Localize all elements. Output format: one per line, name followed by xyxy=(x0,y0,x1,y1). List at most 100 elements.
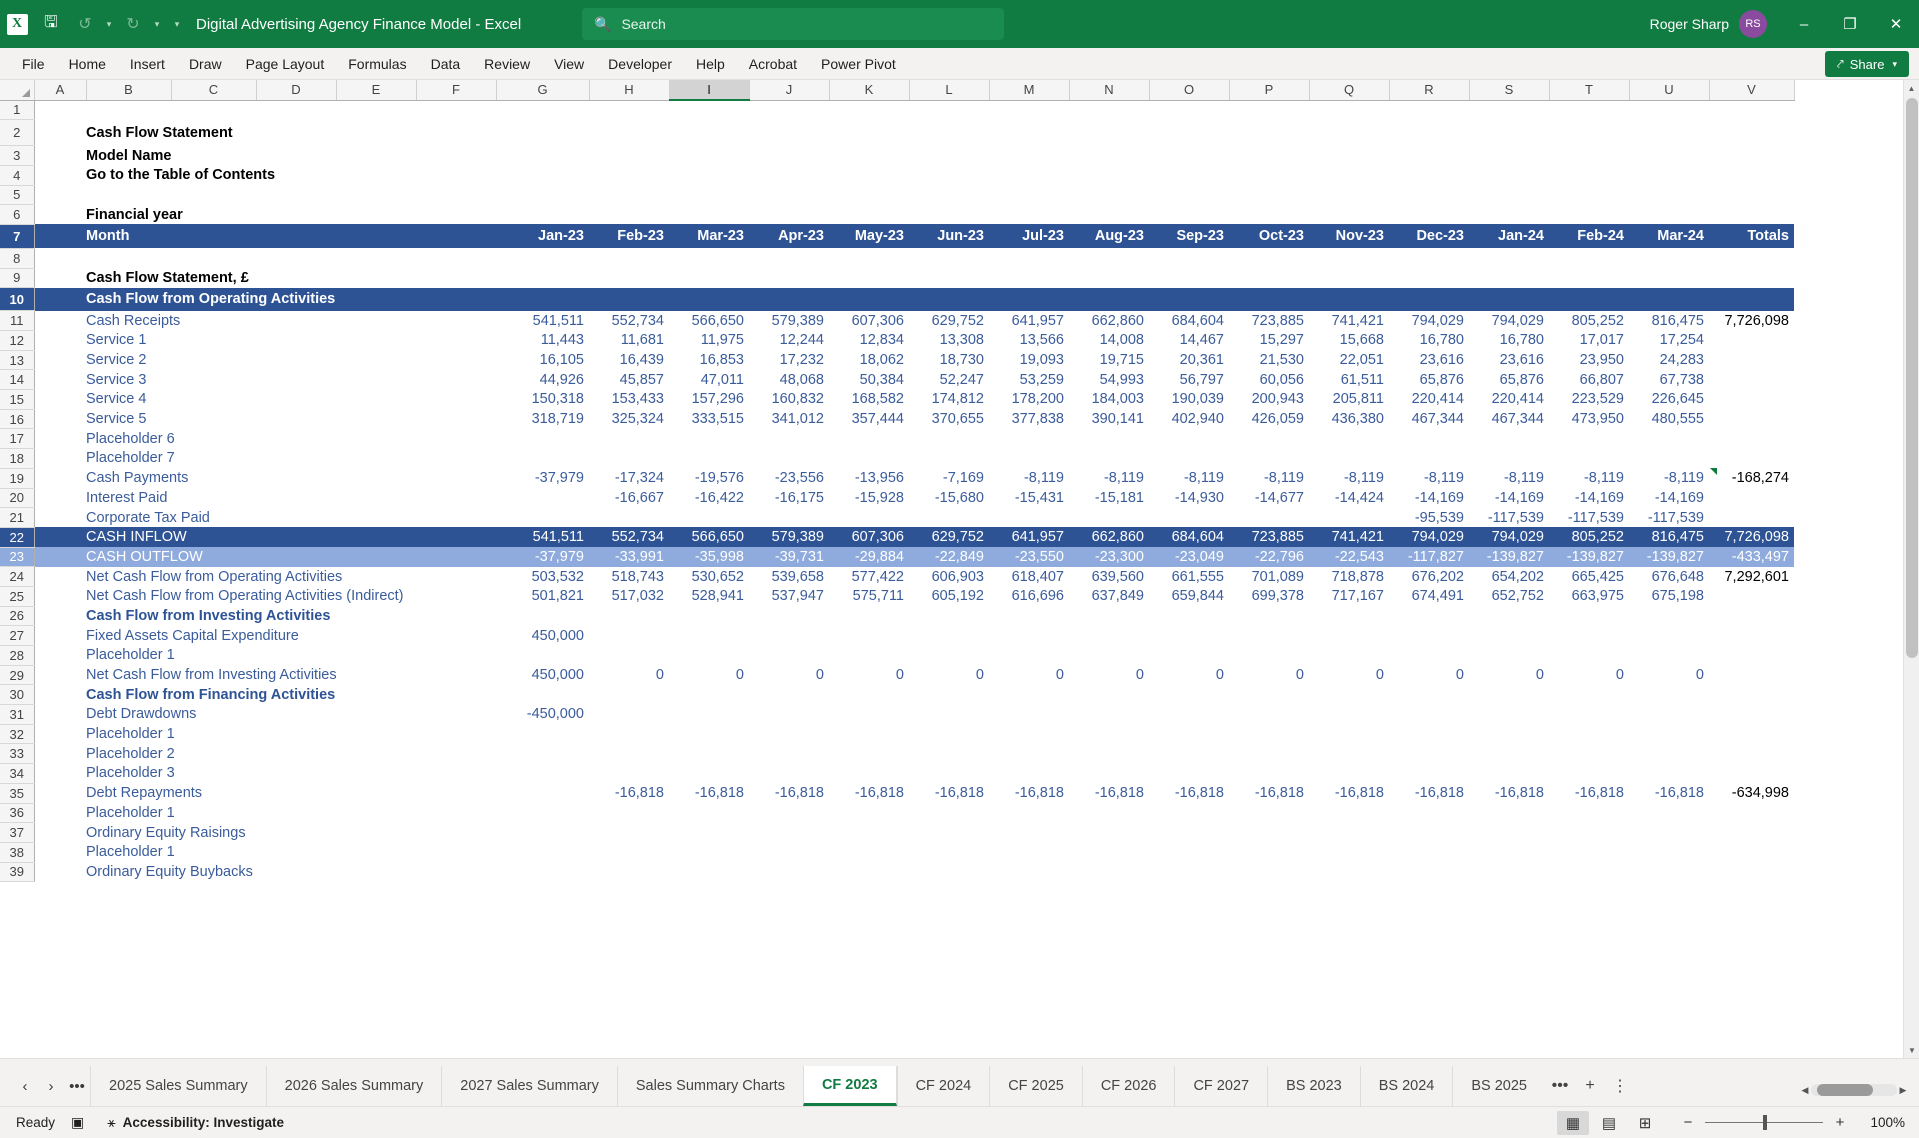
data-cell[interactable]: 517,032 xyxy=(589,586,669,606)
cell[interactable] xyxy=(1549,100,1629,120)
data-cell[interactable]: -16,818 xyxy=(1149,783,1229,803)
cell[interactable] xyxy=(669,120,749,146)
data-cell[interactable]: 518,743 xyxy=(589,567,669,587)
data-cell[interactable] xyxy=(829,508,909,528)
table-row[interactable]: 4 Go to the Table of Contents xyxy=(0,165,1794,186)
data-cell[interactable]: -29,884 xyxy=(829,547,909,567)
data-cell[interactable] xyxy=(589,685,669,705)
cell[interactable] xyxy=(86,185,171,205)
data-cell[interactable] xyxy=(496,508,589,528)
data-cell[interactable]: 654,202 xyxy=(1469,567,1549,587)
sheet-tab-cf-2025[interactable]: CF 2025 xyxy=(989,1066,1082,1106)
data-cell[interactable] xyxy=(909,705,989,725)
data-cell[interactable] xyxy=(1229,724,1309,744)
data-cell[interactable]: 0 xyxy=(909,665,989,685)
cell[interactable] xyxy=(34,311,86,331)
data-cell[interactable]: -16,175 xyxy=(749,488,829,508)
data-cell[interactable]: -16,422 xyxy=(669,488,749,508)
row-header-28[interactable]: 28 xyxy=(0,645,35,666)
table-row[interactable]: 1 xyxy=(0,100,1794,121)
row-label-16[interactable]: Service 5 xyxy=(86,409,496,429)
data-cell[interactable] xyxy=(1389,449,1469,469)
data-cell[interactable]: 220,414 xyxy=(1469,390,1549,410)
cell[interactable] xyxy=(1149,100,1229,120)
data-cell[interactable] xyxy=(1069,705,1149,725)
data-cell[interactable]: -16,818 xyxy=(749,783,829,803)
data-cell[interactable]: 318,719 xyxy=(496,409,589,429)
data-cell[interactable] xyxy=(589,606,669,626)
cell[interactable] xyxy=(669,248,749,268)
ribbon-tab-power-pivot[interactable]: Power Pivot xyxy=(809,48,908,80)
data-cell[interactable]: 47,011 xyxy=(669,370,749,390)
row-label-21[interactable]: Corporate Tax Paid xyxy=(86,508,496,528)
data-cell[interactable] xyxy=(1309,626,1389,646)
row-header-32[interactable]: 32 xyxy=(0,724,35,745)
cell[interactable] xyxy=(1389,100,1469,120)
cell[interactable] xyxy=(1629,205,1709,225)
row-label-38[interactable]: Placeholder 1 xyxy=(86,842,496,862)
cell[interactable] xyxy=(34,744,86,764)
data-cell[interactable]: 60,056 xyxy=(1229,370,1309,390)
cell[interactable] xyxy=(1069,165,1149,185)
cell[interactable] xyxy=(34,567,86,587)
data-cell[interactable]: -16,818 xyxy=(989,783,1069,803)
data-cell[interactable]: -117,539 xyxy=(1629,508,1709,528)
data-cell[interactable]: -19,576 xyxy=(669,468,749,488)
data-cell[interactable]: 15,668 xyxy=(1309,331,1389,351)
cell[interactable] xyxy=(989,287,1069,311)
horizontal-scroll-track[interactable] xyxy=(1811,1084,1897,1096)
cell[interactable] xyxy=(1709,100,1794,120)
data-cell[interactable] xyxy=(1389,764,1469,784)
cell[interactable] xyxy=(989,248,1069,268)
cell[interactable] xyxy=(829,268,909,288)
data-cell[interactable] xyxy=(829,803,909,823)
data-cell[interactable]: 717,167 xyxy=(1309,586,1389,606)
data-cell[interactable]: 153,433 xyxy=(589,390,669,410)
data-cell[interactable] xyxy=(1629,705,1709,725)
data-cell[interactable] xyxy=(989,764,1069,784)
cell[interactable] xyxy=(1149,165,1229,185)
data-cell[interactable] xyxy=(1469,429,1549,449)
data-cell[interactable]: 11,443 xyxy=(496,331,589,351)
data-cell[interactable]: 552,734 xyxy=(589,311,669,331)
total-cell[interactable] xyxy=(1709,842,1794,862)
data-cell[interactable] xyxy=(1469,646,1549,666)
column-header-M[interactable]: M xyxy=(989,80,1070,101)
data-cell[interactable]: 50,384 xyxy=(829,370,909,390)
data-cell[interactable] xyxy=(829,449,909,469)
cell[interactable] xyxy=(1309,248,1389,268)
data-cell[interactable]: -117,827 xyxy=(1389,547,1469,567)
data-cell[interactable]: 168,582 xyxy=(829,390,909,410)
cell[interactable] xyxy=(1389,120,1469,146)
data-cell[interactable]: -16,818 xyxy=(1629,783,1709,803)
data-cell[interactable] xyxy=(1229,508,1309,528)
data-cell[interactable]: 377,838 xyxy=(989,409,1069,429)
minimize-button[interactable]: – xyxy=(1781,0,1827,48)
data-cell[interactable] xyxy=(1309,429,1389,449)
ribbon-tab-formulas[interactable]: Formulas xyxy=(336,48,418,80)
data-cell[interactable]: 537,947 xyxy=(749,586,829,606)
ribbon-tab-insert[interactable]: Insert xyxy=(118,48,177,80)
cell[interactable] xyxy=(589,205,669,225)
data-cell[interactable]: -139,827 xyxy=(1549,547,1629,567)
cell[interactable] xyxy=(1709,287,1794,311)
data-cell[interactable]: -23,049 xyxy=(1149,547,1229,567)
data-cell[interactable]: -450,000 xyxy=(496,705,589,725)
data-cell[interactable]: 816,475 xyxy=(1629,527,1709,548)
table-row[interactable]: 10 Cash Flow from Operating Activities xyxy=(0,287,1794,312)
cell[interactable] xyxy=(1149,248,1229,268)
table-row[interactable]: 21 Corporate Tax Paid -95,539 -117,539 -117,… xyxy=(0,507,1794,528)
data-cell[interactable]: 178,200 xyxy=(989,390,1069,410)
data-cell[interactable] xyxy=(1629,862,1709,882)
cell[interactable] xyxy=(1469,185,1549,205)
data-cell[interactable]: 530,652 xyxy=(669,567,749,587)
data-cell[interactable]: 150,318 xyxy=(496,390,589,410)
data-cell[interactable] xyxy=(749,842,829,862)
table-row[interactable]: 38 Placeholder 1 xyxy=(0,842,1794,863)
data-cell[interactable]: -16,818 xyxy=(1549,783,1629,803)
data-cell[interactable]: 539,658 xyxy=(749,567,829,587)
scroll-up-icon[interactable]: ▲ xyxy=(1904,80,1919,96)
data-cell[interactable] xyxy=(1309,724,1389,744)
data-cell[interactable]: 52,247 xyxy=(909,370,989,390)
data-cell[interactable]: 661,555 xyxy=(1149,567,1229,587)
